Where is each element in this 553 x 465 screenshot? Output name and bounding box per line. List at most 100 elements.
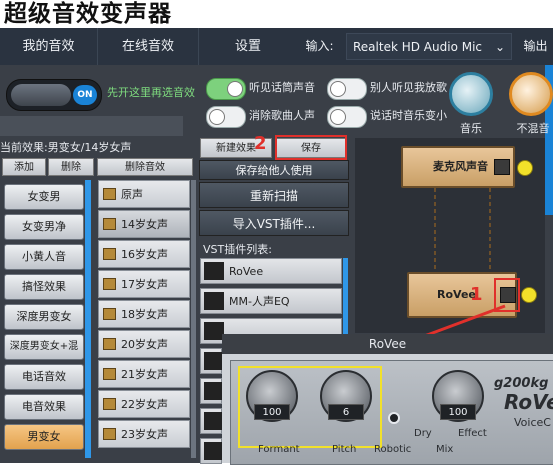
- book-icon: [103, 278, 116, 290]
- music-volume-label: 音乐: [460, 122, 482, 135]
- toggle-hear-mic[interactable]: [206, 78, 246, 100]
- node-output-dot[interactable]: [517, 160, 533, 176]
- book-icon: [103, 368, 116, 380]
- tab-settings[interactable]: 设置: [199, 28, 297, 65]
- toggle-others-hear-music-label: 别人听见我放歌: [370, 81, 447, 94]
- preset-label: 21岁女声: [121, 368, 168, 381]
- preset-item[interactable]: 23岁女声: [98, 420, 190, 448]
- category-scrollbar[interactable]: [85, 180, 91, 458]
- rovee-plugin-panel: RoVee 100 6 100 Formant Pitch Robotic Dr…: [222, 334, 553, 465]
- plugin-icon: [204, 262, 224, 280]
- annotation-box-2: [275, 135, 347, 160]
- input-device-select[interactable]: Realtek HD Audio Mic input ⌄: [346, 33, 512, 81]
- dry-label: Dry: [414, 428, 432, 439]
- node-output-dot[interactable]: [521, 287, 537, 303]
- plugin-icon: [204, 292, 224, 310]
- category-button[interactable]: 电音效果: [4, 394, 84, 420]
- mix-label: Mix: [436, 444, 454, 455]
- plugin-icon: [204, 352, 224, 370]
- power-toggle-on: ON: [73, 85, 97, 105]
- pitch-label: Pitch: [332, 444, 357, 455]
- current-effect-label: 当前效果:男变女/14岁女声: [0, 141, 132, 154]
- plugin-name: RoVe: [504, 390, 553, 414]
- book-icon: [103, 338, 116, 350]
- category-button[interactable]: 深度男变女+混响: [4, 334, 84, 376]
- vst-item-label: MM-人声EQ: [229, 295, 290, 308]
- input-label: 输入:: [305, 39, 334, 53]
- preset-item-selected[interactable]: 14岁女声: [98, 210, 190, 238]
- plugin-icon: [204, 382, 224, 400]
- vst-item[interactable]: [200, 408, 224, 434]
- preset-item[interactable]: 17岁女声: [98, 270, 190, 298]
- plugin-icon: [204, 322, 224, 340]
- top-nav: 我的音效 在线音效 设置 输入: Realtek HD Audio Mic in…: [0, 28, 553, 81]
- category-button[interactable]: 女变男净: [4, 214, 84, 240]
- category-button[interactable]: 深度男变女: [4, 304, 84, 330]
- tab-my-effects[interactable]: 我的音效: [0, 28, 97, 65]
- toggle-others-hear-music[interactable]: [327, 78, 367, 100]
- toggle-hear-mic-label: 听见话筒声音: [249, 81, 315, 94]
- category-button[interactable]: 电话音效: [4, 364, 84, 390]
- toggle-knob: [330, 81, 346, 97]
- preset-label: 原声: [121, 188, 143, 201]
- vst-item[interactable]: MM-人声EQ: [200, 288, 342, 314]
- toggle-knob: [330, 109, 346, 125]
- preset-item[interactable]: 22岁女声: [98, 390, 190, 418]
- toggle-remove-vocals[interactable]: [206, 106, 246, 128]
- app-title: 超级音效变声器: [4, 1, 172, 27]
- plugin-icon: [204, 442, 224, 460]
- add-effect-button[interactable]: 添加: [2, 158, 46, 176]
- annotation-marker-2: 2: [254, 133, 267, 154]
- mix-value: 100: [440, 404, 476, 420]
- rescan-button[interactable]: 重新扫描: [199, 182, 349, 208]
- vst-item[interactable]: [200, 348, 224, 374]
- preset-item[interactable]: 18岁女声: [98, 300, 190, 328]
- effect-label: Effect: [458, 428, 487, 439]
- toggle-remove-vocals-label: 消除歌曲人声: [249, 109, 315, 122]
- preset-label: 18岁女声: [121, 308, 168, 321]
- category-button[interactable]: 搞怪效果: [4, 274, 84, 300]
- book-icon: [103, 398, 116, 410]
- output-label: 输出: [523, 39, 548, 53]
- toggle-duck-music[interactable]: [327, 106, 367, 128]
- plugin-subtitle: VoiceC: [514, 416, 551, 429]
- preset-hint: 先开这里再选音效: [107, 86, 195, 99]
- equalizer-icon[interactable]: [494, 159, 510, 175]
- vst-item[interactable]: [200, 438, 224, 464]
- preset-scrollbar[interactable]: [191, 180, 196, 458]
- import-vst-button[interactable]: 导入VST插件...: [199, 210, 349, 236]
- tab-online-effects[interactable]: 在线音效: [98, 28, 198, 65]
- book-icon: [103, 308, 116, 320]
- power-toggle-grip: [11, 84, 71, 106]
- vst-item[interactable]: [200, 378, 224, 404]
- chevron-down-icon: ⌄: [494, 40, 505, 54]
- save-for-others-button[interactable]: 保存给他人使用: [199, 160, 349, 180]
- power-toggle[interactable]: ON: [6, 79, 102, 111]
- plugin-brand: g200kg: [494, 376, 549, 391]
- preset-label: 22岁女声: [121, 398, 168, 411]
- category-button-selected[interactable]: 男变女: [4, 424, 84, 450]
- gray-strip: [0, 116, 183, 136]
- vst-item-label: RoVee: [229, 265, 264, 278]
- mix-dial[interactable]: [509, 72, 553, 116]
- music-volume-dial[interactable]: [449, 72, 493, 116]
- preset-item[interactable]: 21岁女声: [98, 360, 190, 388]
- delete-button[interactable]: 删除: [48, 158, 94, 176]
- preset-item[interactable]: 20岁女声: [98, 330, 190, 358]
- preset-label: 16岁女声: [121, 248, 168, 261]
- toggle-knob: [209, 109, 225, 125]
- pitch-value: 6: [328, 404, 364, 420]
- delete-effect-button[interactable]: 删除音效: [97, 158, 193, 176]
- preset-item[interactable]: 16岁女声: [98, 240, 190, 268]
- book-icon: [103, 188, 116, 200]
- book-icon: [103, 218, 116, 230]
- plugin-title: RoVee: [222, 334, 553, 354]
- preset-item[interactable]: 原声: [98, 180, 190, 208]
- vst-item[interactable]: RoVee: [200, 258, 342, 284]
- preset-label: 17岁女声: [121, 278, 168, 291]
- robotic-button[interactable]: [388, 412, 400, 424]
- category-button[interactable]: 女变男: [4, 184, 84, 210]
- preset-label: 20岁女声: [121, 338, 168, 351]
- mix-dial-label: 不混音: [516, 122, 550, 135]
- category-button[interactable]: 小黄人音: [4, 244, 84, 270]
